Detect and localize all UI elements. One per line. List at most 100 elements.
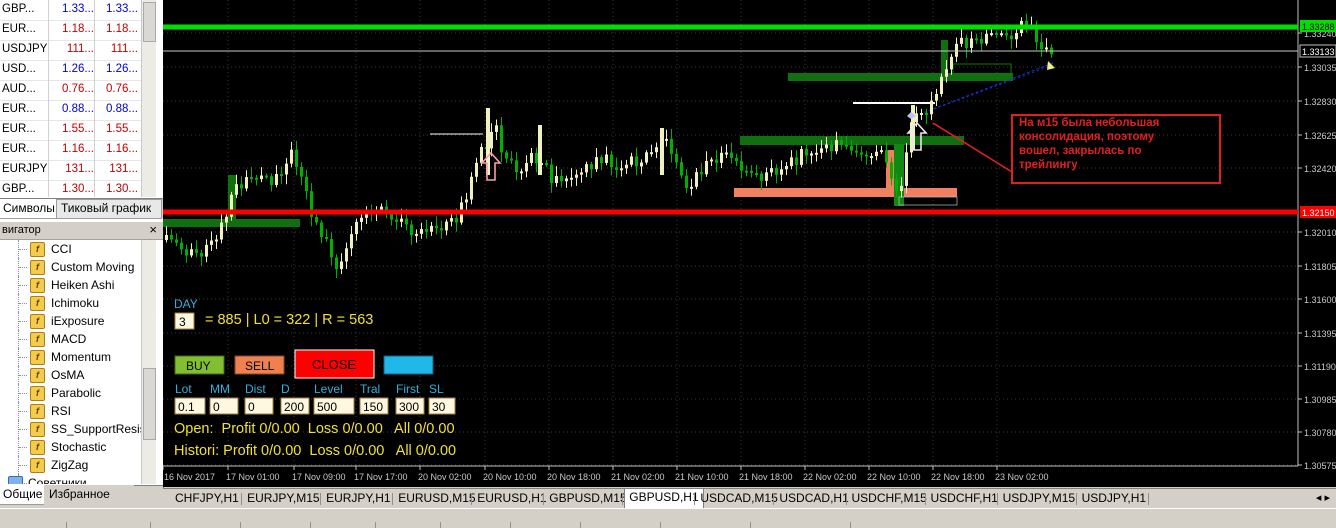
- list-item[interactable]: EUR... 1.18... 1.18...: [0, 20, 155, 41]
- navigator-item[interactable]: f RSI: [0, 402, 155, 420]
- candle-body: [570, 177, 573, 180]
- blank-button[interactable]: [383, 355, 434, 375]
- candle-body: [465, 199, 468, 203]
- list-item[interactable]: EUR... 1.16... 1.16...: [0, 140, 155, 161]
- candle-body: [755, 173, 758, 176]
- price-label: 1.31190: [1304, 362, 1336, 372]
- status-separator: [660, 522, 661, 528]
- tab-eurjpy-h1[interactable]: EURJPY,H1: [322, 490, 394, 507]
- list-item[interactable]: USDJPY 111... 111...: [0, 40, 155, 61]
- bid-value: 1.26...: [62, 63, 94, 75]
- list-item[interactable]: USD... 1.26... 1.26...: [0, 60, 155, 81]
- candle-body: [840, 140, 843, 145]
- candle-body: [815, 152, 818, 155]
- candle-body: [610, 154, 613, 168]
- candle-body: [600, 157, 603, 163]
- tab-usdjpy-m15[interactable]: USDJPY,M15: [999, 490, 1079, 507]
- symbol-name: EUR...: [2, 143, 36, 155]
- candle-body: [595, 157, 598, 170]
- param-value: 500: [317, 400, 337, 414]
- list-item[interactable]: GBP... 1.33... 1.33...: [0, 0, 155, 21]
- indicator-icon: f: [30, 458, 45, 473]
- candle-body: [575, 174, 578, 178]
- navigator-item[interactable]: f Ichimoku: [0, 294, 155, 312]
- status-separator: [510, 522, 511, 528]
- candle-body: [325, 236, 328, 240]
- tab-usdchf-h1[interactable]: USDCHF,H1: [927, 490, 1002, 507]
- navigator-header: вигатор ×: [0, 222, 163, 240]
- candle-body: [620, 168, 623, 171]
- time-label: 17 Nov 01:00: [226, 472, 280, 482]
- market-watch-scrollbar[interactable]: [141, 0, 156, 197]
- price-chart[interactable]: На м15 была небольшая консолидация, поэто…: [163, 0, 1336, 487]
- candle-body: [510, 158, 513, 161]
- candle-body: [210, 240, 213, 245]
- candle-body: [538, 125, 542, 175]
- tab-eurusd-m15[interactable]: EURUSD,M15: [394, 490, 479, 507]
- tab-gbpusd-m15[interactable]: GBPUSD,M15: [545, 490, 630, 507]
- tab-usdjpy-h1[interactable]: USDJPY,H1: [1078, 490, 1150, 507]
- candle-body: [940, 76, 943, 95]
- list-item[interactable]: GBP... 1.30... 1.30...: [0, 180, 155, 197]
- time-label: 17 Nov 09:00: [292, 472, 346, 482]
- tab-general[interactable]: Общие: [0, 485, 46, 505]
- tab-usdcad-m15[interactable]: USDCAD,M15: [696, 490, 781, 507]
- navigator-item[interactable]: f Parabolic: [0, 384, 155, 402]
- tab-favorites[interactable]: Избранное: [44, 485, 134, 505]
- candle-body: [655, 147, 658, 153]
- candle-body: [280, 173, 283, 176]
- candle-body: [885, 150, 888, 163]
- tab-eurusd-h1[interactable]: EURUSD,H1: [473, 490, 550, 507]
- time-label: 21 Nov 10:00: [675, 472, 729, 482]
- tab-gbpusd-h1[interactable]: GBPUSD,H1: [624, 489, 704, 509]
- navigator-item[interactable]: f Stochastic: [0, 438, 155, 456]
- price-tag-red-text: 1.32150: [1302, 208, 1335, 218]
- candle-body: [780, 169, 783, 175]
- tab-tick-chart[interactable]: Тиковый график: [56, 199, 162, 219]
- candle-body: [660, 128, 664, 175]
- navigator-item[interactable]: f Heiken Ashi: [0, 276, 155, 294]
- candle-body: [1005, 33, 1008, 36]
- tab-usdcad-h1[interactable]: USDCAD,H1: [775, 490, 852, 507]
- candle-body: [400, 218, 403, 222]
- left-panel: GBP... 1.33... 1.33... EUR... 1.18... 1.18...…: [0, 0, 164, 506]
- sell-button[interactable]: SELL: [234, 355, 285, 375]
- navigator-item[interactable]: f ZigZag: [0, 456, 155, 474]
- navigator-item[interactable]: f Momentum: [0, 348, 155, 366]
- candle-body: [430, 225, 433, 232]
- tab-scroll-arrows-icon[interactable]: ◂ ▸: [1316, 491, 1330, 504]
- navigator-item[interactable]: f CCI: [0, 240, 155, 258]
- bid-value: 1.18...: [62, 23, 94, 35]
- candle-body: [825, 144, 828, 149]
- candle-body: [695, 172, 698, 187]
- candle-body: [480, 146, 483, 163]
- close-button[interactable]: CLOSE: [294, 349, 375, 379]
- navigator-item[interactable]: f OsMA: [0, 366, 155, 384]
- navigator-item[interactable]: f Custom Moving: [0, 258, 155, 276]
- list-item[interactable]: EURJPY 131... 131...: [0, 160, 155, 181]
- tab-chfjpy-h1[interactable]: CHFJPY,H1: [171, 490, 243, 507]
- candle-body: [935, 94, 938, 101]
- buy-button[interactable]: BUY: [174, 355, 225, 375]
- navigator-tree: f CCI f Custom Moving f Heiken Ashi f Ichimoku f…: [0, 240, 155, 484]
- tab-eurjpy-m15[interactable]: EURJPY,M15: [243, 490, 323, 507]
- candle-body: [820, 148, 823, 153]
- navigator-item[interactable]: f SS_SupportResist: [0, 420, 155, 438]
- tab-usdchf-m15[interactable]: USDCHF,M15: [848, 490, 931, 507]
- list-item[interactable]: EUR... 0.88... 0.88...: [0, 100, 155, 121]
- bid-value: 1.16...: [62, 143, 94, 155]
- candle-body: [260, 175, 263, 180]
- navigator-item[interactable]: f iExposure: [0, 312, 155, 330]
- candle-body: [455, 218, 458, 223]
- navigator-scrollbar[interactable]: [141, 240, 156, 484]
- tab-symbols[interactable]: Символы: [0, 199, 58, 219]
- navigator-item[interactable]: Советники: [0, 474, 155, 484]
- param-value: 0.1: [178, 400, 195, 414]
- list-item[interactable]: AUD... 0.76... 0.76...: [0, 80, 155, 101]
- list-item[interactable]: EUR... 1.55... 1.55...: [0, 120, 155, 141]
- close-icon[interactable]: ×: [149, 222, 157, 237]
- status-separator: [850, 522, 851, 528]
- navigator-item[interactable]: f MACD: [0, 330, 155, 348]
- candle-body: [740, 161, 743, 171]
- candle-body: [535, 152, 538, 164]
